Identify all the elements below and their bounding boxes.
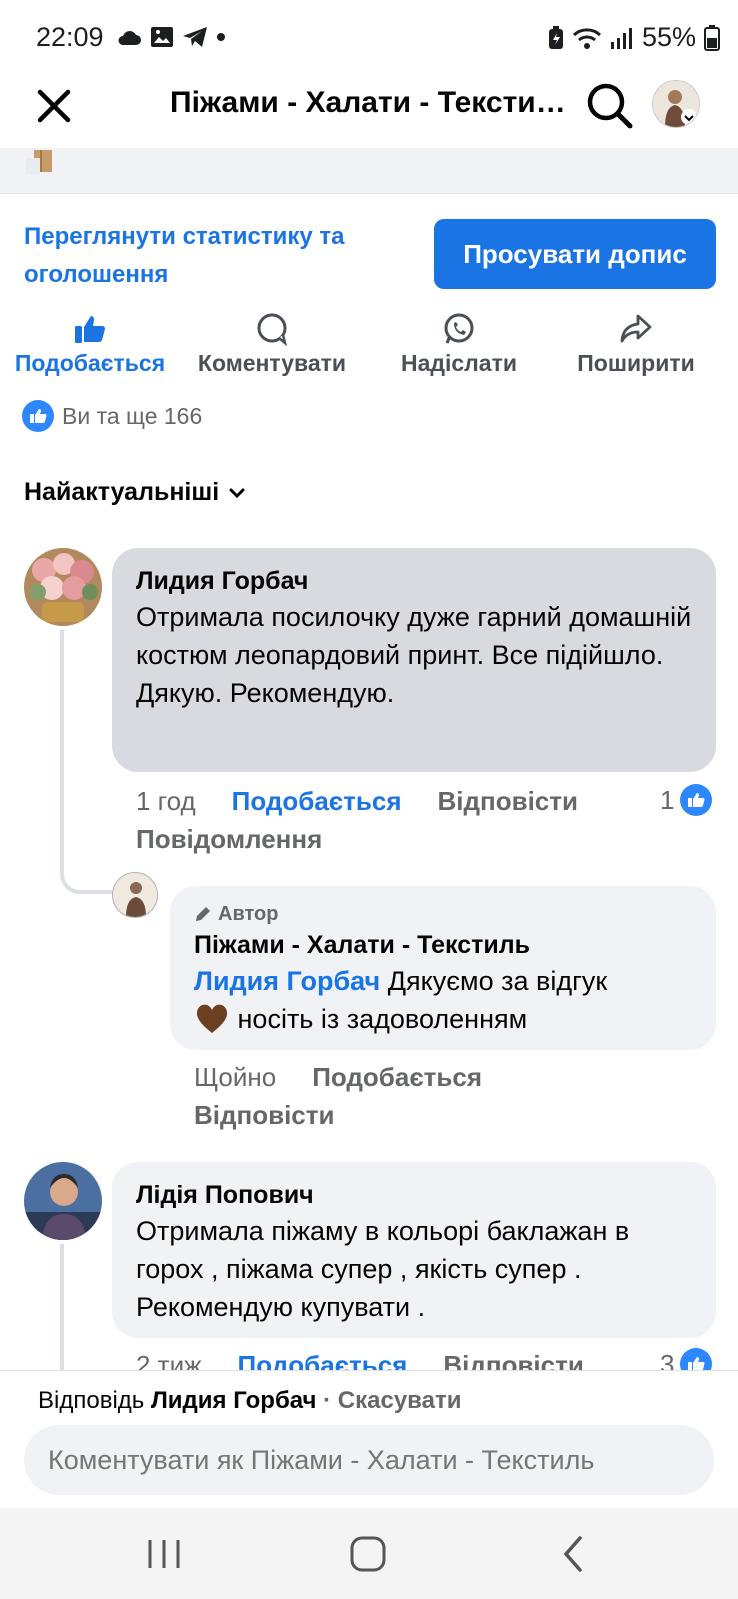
replying-to-name: Лидия Горбач bbox=[150, 1387, 317, 1414]
comment-label: Коментувати bbox=[197, 350, 347, 376]
reaction-summary-text: Ви та ще 166 bbox=[62, 402, 203, 429]
reply-bubble[interactable]: Автор Піжами - Халати - Текстиль Лидия Г… bbox=[170, 886, 716, 1050]
status-bar: 22:09 55% bbox=[0, 0, 738, 78]
reply-like-link[interactable]: Подобається bbox=[312, 1062, 482, 1092]
battery-percent: 55% bbox=[641, 22, 696, 52]
replying-to-bar: Відповідь Лидия Горбач · Скасувати bbox=[38, 1387, 461, 1415]
promote-post-button[interactable]: Просувати допис bbox=[434, 219, 716, 289]
view-insights-link[interactable]: Переглянути статистику та оголошення bbox=[24, 218, 414, 294]
reply-meta: Щойно Подобається Відповісти bbox=[194, 1058, 694, 1134]
battery-saver-icon bbox=[548, 25, 563, 49]
dot-icon bbox=[217, 33, 225, 41]
page-title: Піжами - Халати - Текстиль bbox=[170, 86, 570, 119]
flowers-photo-icon bbox=[24, 548, 102, 626]
battery-icon bbox=[704, 24, 720, 51]
comment-author[interactable]: Лидия Горбач bbox=[136, 564, 692, 598]
send-label: Надіслати bbox=[401, 350, 517, 376]
telegram-icon bbox=[183, 27, 207, 47]
wifi-icon bbox=[572, 27, 601, 49]
image-icon bbox=[151, 27, 173, 47]
comment-meta: 2 тиж Подобається Відповісти bbox=[136, 1346, 656, 1370]
comment-author[interactable]: Лідія Попович bbox=[136, 1178, 692, 1212]
chevron-down-icon bbox=[229, 488, 245, 498]
signal-icon bbox=[610, 27, 632, 49]
comment-message-link[interactable]: Повідомлення bbox=[136, 824, 322, 854]
comment-like-link[interactable]: Подобається bbox=[238, 1350, 408, 1370]
post-actions: Подобається Коментувати Надіслати Пошири… bbox=[0, 312, 738, 392]
comment-reply-link[interactable]: Відповісти bbox=[443, 1350, 583, 1370]
reaction-summary[interactable]: Ви та ще 166 bbox=[22, 400, 202, 432]
share-label: Поширити bbox=[577, 350, 695, 376]
share-arrow-icon bbox=[620, 314, 652, 343]
share-button[interactable]: Поширити bbox=[574, 312, 698, 377]
pencil-icon bbox=[196, 907, 210, 921]
profile-picture-icon bbox=[653, 81, 699, 127]
thread-line bbox=[60, 630, 64, 850]
author-badge-label: Автор bbox=[218, 903, 279, 925]
status-time: 22:09 bbox=[36, 22, 104, 52]
reply-author[interactable]: Піжами - Халати - Текстиль bbox=[194, 928, 692, 962]
commenter-avatar[interactable] bbox=[24, 548, 102, 626]
send-button[interactable]: Надіслати bbox=[392, 312, 526, 377]
profile-avatar[interactable] bbox=[652, 80, 700, 128]
comment-bubble[interactable]: Лидия Горбач Отримала посилочку дуже гар… bbox=[112, 548, 716, 772]
reaction-count-value: 1 bbox=[660, 784, 675, 815]
like-label: Подобається bbox=[14, 350, 166, 376]
post-preview-strip bbox=[0, 148, 738, 194]
recent-apps-icon[interactable] bbox=[142, 1534, 186, 1574]
page-reply-avatar[interactable] bbox=[112, 872, 158, 918]
comment-meta-clip: 2 тиж Подобається Відповісти 3 bbox=[0, 1340, 738, 1370]
reply-text-2: носіть із задоволенням bbox=[237, 1004, 528, 1034]
thread-connector bbox=[60, 850, 112, 894]
comment-text: Отримала посилочку дуже гарний домашній … bbox=[136, 602, 692, 708]
like-reaction-icon bbox=[680, 1348, 713, 1370]
comment-like-link[interactable]: Подобається bbox=[232, 786, 402, 816]
reply-time: Щойно bbox=[194, 1062, 277, 1092]
sort-label: Найактуальніші bbox=[24, 478, 220, 506]
page-profile-icon bbox=[113, 873, 157, 917]
comment-text: Отримала піжаму в кольорі баклажан в гор… bbox=[136, 1216, 630, 1322]
reply-reply-link[interactable]: Відповісти bbox=[194, 1100, 334, 1130]
replying-prefix: Відповідь bbox=[38, 1387, 145, 1414]
search-icon[interactable] bbox=[584, 80, 634, 130]
brown-heart-icon bbox=[196, 1004, 228, 1033]
woman-photo-icon bbox=[24, 1162, 102, 1240]
package-icon bbox=[26, 150, 52, 174]
cancel-reply-link[interactable]: Скасувати bbox=[338, 1387, 462, 1414]
header: Піжами - Халати - Текстиль bbox=[0, 78, 738, 148]
back-icon[interactable] bbox=[552, 1534, 596, 1574]
comment-reaction-count[interactable]: 1 bbox=[660, 784, 713, 816]
replying-separator: · bbox=[316, 1387, 338, 1414]
comment-sort-dropdown[interactable]: Найактуальніші bbox=[24, 478, 245, 507]
comment-meta: 1 год Подобається Відповісти Повідомлення bbox=[136, 782, 666, 858]
whatsapp-icon bbox=[444, 313, 474, 344]
comment-reaction-count[interactable]: 3 bbox=[660, 1348, 713, 1371]
cloud-icon bbox=[118, 31, 141, 45]
thumbs-up-icon bbox=[75, 316, 105, 343]
comment-bubble[interactable]: Лідія Попович Отримала піжаму в кольорі … bbox=[112, 1162, 716, 1338]
system-nav-bar bbox=[0, 1508, 738, 1599]
like-reaction-icon bbox=[22, 400, 54, 432]
comment-time: 2 тиж bbox=[136, 1350, 202, 1370]
reply-composer: Відповідь Лидия Горбач · Скасувати bbox=[0, 1370, 738, 1508]
author-badge: Автор bbox=[194, 900, 692, 928]
home-icon[interactable] bbox=[346, 1534, 390, 1574]
comment-time: 1 год bbox=[136, 786, 196, 816]
comment-button[interactable]: Коментувати bbox=[194, 312, 350, 377]
like-reaction-icon bbox=[680, 784, 713, 816]
reply-text: Дякуємо за відгук bbox=[387, 966, 608, 996]
close-icon[interactable] bbox=[34, 86, 74, 126]
notification-icons bbox=[116, 26, 226, 48]
reaction-count-value: 3 bbox=[660, 1348, 675, 1371]
like-button[interactable]: Подобається bbox=[14, 312, 166, 377]
status-right: 55% bbox=[548, 22, 720, 53]
comment-reply-link[interactable]: Відповісти bbox=[438, 786, 578, 816]
comment-bubble-icon bbox=[257, 313, 288, 346]
commenter-avatar[interactable] bbox=[24, 1162, 102, 1240]
comment-input[interactable] bbox=[24, 1425, 714, 1495]
mention-tag[interactable]: Лидия Горбач bbox=[194, 966, 380, 996]
